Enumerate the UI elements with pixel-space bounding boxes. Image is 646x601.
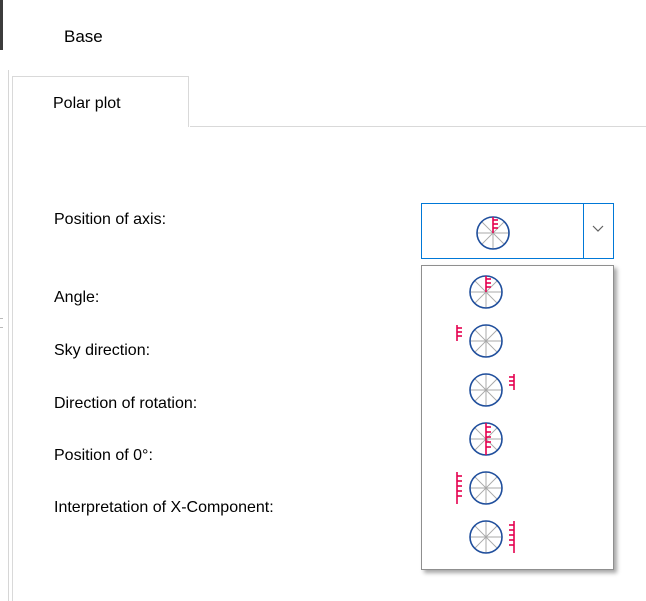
axis-edge-left-icon [456, 471, 503, 505]
dropdown-option-5[interactable] [422, 468, 613, 508]
dropdown-option-1[interactable] [422, 272, 613, 312]
position-of-axis-label: Position of axis: [54, 211, 167, 228]
axis-outside-right-icon [469, 373, 515, 407]
tab-strip-border [190, 126, 646, 127]
axis-center-right-icon [473, 213, 513, 258]
sky-direction-label: Sky direction: [54, 342, 151, 359]
tab-polar-plot[interactable]: Polar plot [12, 76, 189, 127]
tab-label: Polar plot [53, 95, 121, 112]
combo-divider [583, 204, 584, 258]
window-title: Base [64, 27, 103, 46]
axis-center-right-icon [469, 275, 503, 309]
window-edge [0, 0, 3, 50]
axis-outside-left-icon [456, 324, 503, 358]
axis-center-left-icon [469, 422, 503, 456]
dropdown-option-6[interactable] [422, 517, 613, 557]
dropdown-option-4[interactable] [422, 419, 613, 459]
angle-label: Angle: [54, 289, 100, 306]
splitter-grip[interactable] [0, 318, 3, 328]
position-of-axis-dropdown-list [421, 265, 614, 570]
left-divider [8, 70, 9, 601]
interpretation-x-component-label: Interpretation of X-Component: [54, 499, 274, 516]
chevron-down-icon[interactable] [588, 216, 608, 240]
axis-edge-right-icon [469, 520, 515, 554]
dropdown-option-2[interactable] [422, 321, 613, 361]
position-of-axis-combobox[interactable] [421, 203, 614, 259]
direction-of-rotation-label: Direction of rotation: [54, 395, 198, 412]
position-of-zero-label: Position of 0°: [54, 447, 153, 464]
dropdown-option-3[interactable] [422, 370, 613, 410]
tab-panel-border [12, 126, 13, 601]
